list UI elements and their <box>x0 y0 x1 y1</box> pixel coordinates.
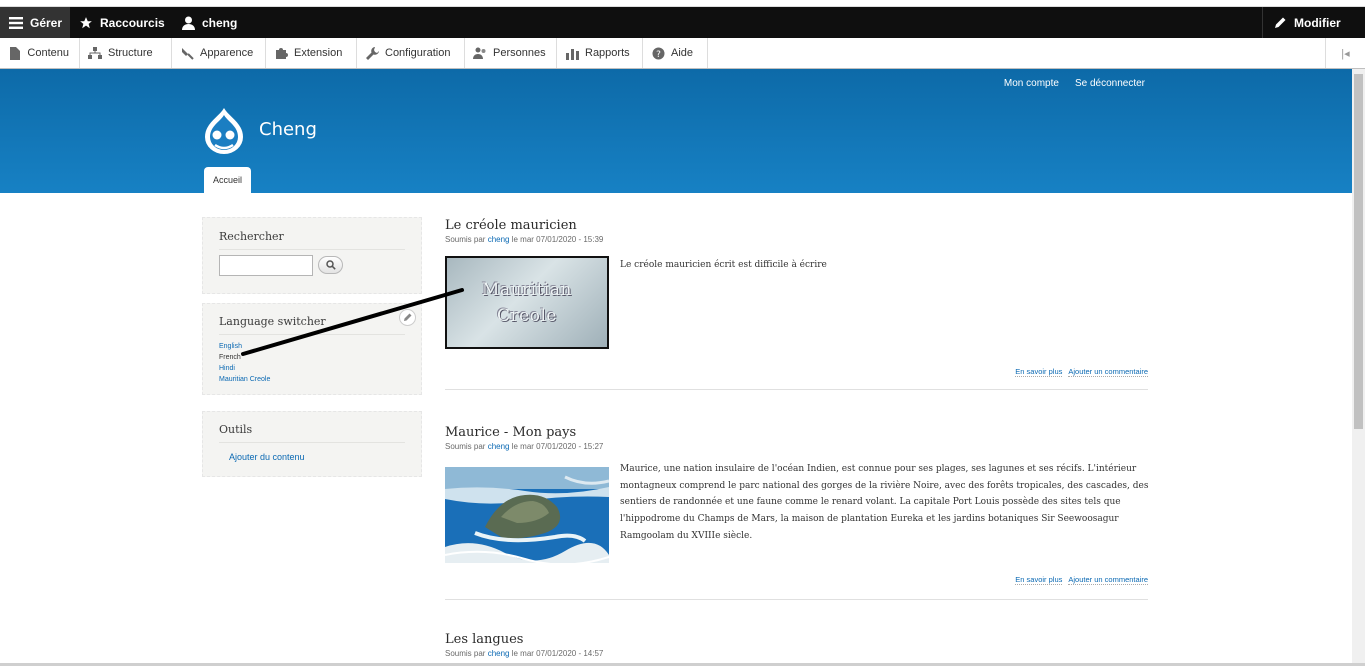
scrollbar[interactable] <box>1352 69 1365 666</box>
scrollbar-thumb[interactable] <box>1354 74 1363 429</box>
annotation-line <box>241 288 464 356</box>
